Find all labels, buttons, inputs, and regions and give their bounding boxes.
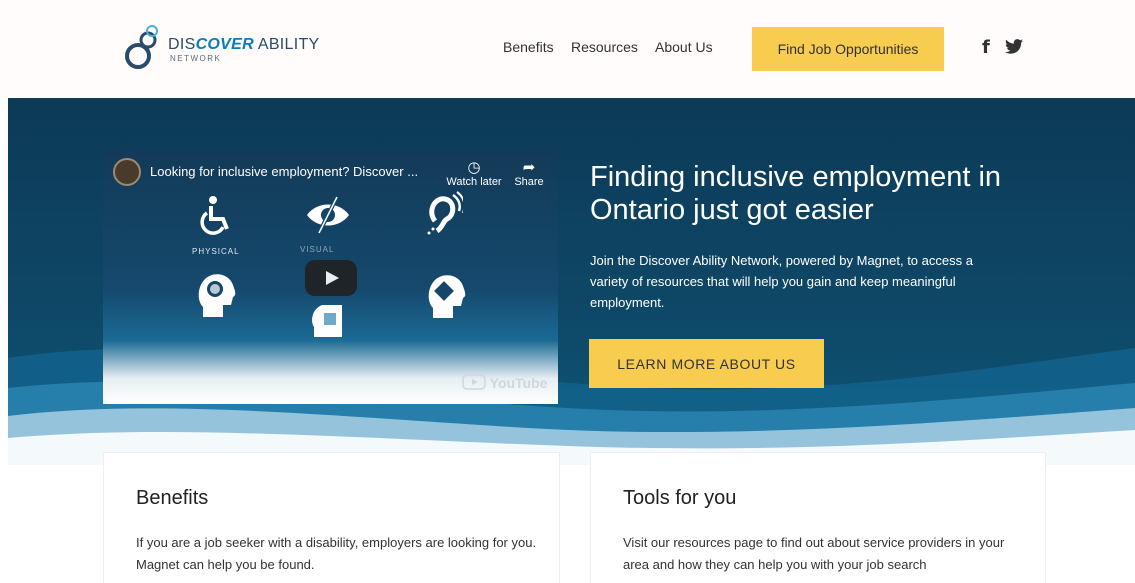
share-button[interactable]: ➦ Share bbox=[509, 159, 549, 188]
youtube-play-icon bbox=[462, 374, 486, 390]
youtube-label: YouTube bbox=[489, 375, 548, 391]
learn-more-button[interactable]: LEARN MORE ABOUT US bbox=[589, 339, 824, 388]
twitter-icon[interactable] bbox=[1005, 38, 1023, 59]
benefits-card-text: If you are a job seeker with a disabilit… bbox=[136, 535, 537, 572]
hero-description: Join the Discover Ability Network, power… bbox=[590, 253, 973, 310]
logo-wordmark: DISCOVER ABILITY bbox=[168, 36, 320, 54]
find-job-opportunities-button[interactable]: Find Job Opportunities bbox=[752, 27, 944, 71]
watch-later-button[interactable]: ◷ Watch later bbox=[444, 159, 504, 188]
category-physical: PHYSICAL bbox=[192, 247, 240, 256]
hearing-icon bbox=[427, 191, 463, 235]
logo-dis: DIS bbox=[168, 36, 196, 53]
hero-heading: Finding inclusive employment in Ontario … bbox=[590, 161, 1002, 226]
puzzle-head-icon bbox=[312, 305, 342, 337]
benefits-card-title: Benefits bbox=[136, 487, 209, 509]
site-header: DISCOVER ABILITY NETWORK Benefits Resour… bbox=[0, 0, 1135, 98]
play-button[interactable] bbox=[305, 260, 357, 296]
share-label: Share bbox=[514, 176, 544, 188]
nav-benefits[interactable]: Benefits bbox=[503, 39, 554, 55]
share-arrow-icon: ➦ bbox=[522, 159, 536, 176]
clock-icon: ◷ bbox=[467, 159, 481, 176]
youtube-video-embed[interactable]: Looking for inclusive employment? Discov… bbox=[103, 149, 558, 404]
nav-resources[interactable]: Resources bbox=[571, 39, 638, 55]
tools-card-text: Visit our resources page to find out abo… bbox=[623, 535, 1005, 572]
mental-health-head-icon bbox=[428, 275, 466, 318]
watch-later-label: Watch later bbox=[446, 176, 502, 188]
logo-ability: ABILITY bbox=[253, 36, 320, 53]
category-visual: VISUAL bbox=[300, 245, 335, 254]
tools-card-title: Tools for you bbox=[623, 487, 737, 509]
youtube-logo[interactable]: YouTube bbox=[462, 374, 547, 391]
video-title[interactable]: Looking for inclusive employment? Discov… bbox=[150, 164, 418, 179]
nav-about-us[interactable]: About Us bbox=[655, 39, 713, 55]
wheelchair-icon bbox=[200, 196, 229, 235]
brain-head-icon bbox=[198, 274, 236, 317]
logo-circles-icon bbox=[125, 25, 158, 69]
logo-cover: COVER bbox=[195, 36, 254, 53]
logo-network: NETWORK bbox=[170, 54, 222, 63]
visual-impairment-icon bbox=[307, 196, 349, 234]
benefits-card: Benefits If you are a job seeker with a … bbox=[103, 452, 560, 583]
channel-avatar[interactable] bbox=[113, 158, 141, 186]
facebook-icon[interactable]: f bbox=[982, 37, 990, 58]
discover-ability-logo[interactable]: DISCOVER ABILITY NETWORK bbox=[124, 24, 324, 74]
play-icon bbox=[326, 271, 339, 285]
tools-card: Tools for you Visit our resources page t… bbox=[590, 452, 1046, 583]
